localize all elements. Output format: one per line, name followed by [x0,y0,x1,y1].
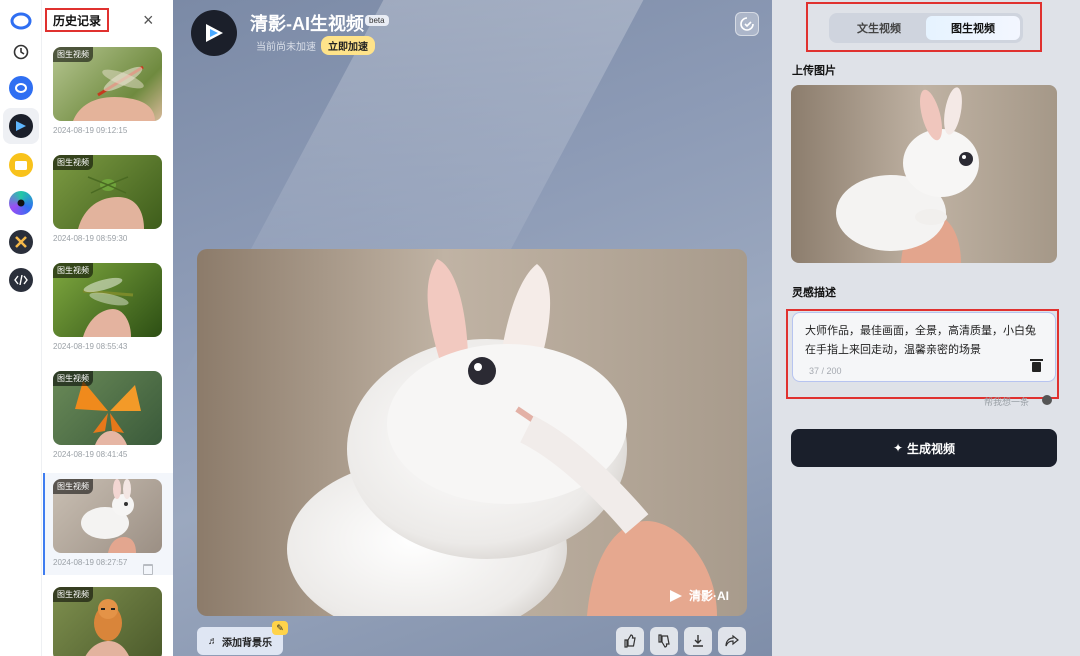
video-app-icon[interactable] [9,114,33,138]
history-item[interactable]: 图生视频 2024-08-19 08:27:57 [53,479,163,575]
add-music-button[interactable]: ♬ 添加背景乐 [197,627,283,655]
thumb-up-icon [624,634,636,648]
code-icon[interactable] [9,268,33,292]
download-button[interactable] [684,627,712,655]
add-music-label: 添加背景乐 [222,637,272,649]
video-preview[interactable]: 清影·AI [197,249,747,616]
share-icon [725,634,739,647]
history-time: 2024-08-19 08:55:43 [53,342,128,351]
ai-assist-icon[interactable] [1042,395,1052,405]
like-button[interactable] [616,627,644,655]
delete-icon[interactable] [1030,359,1043,372]
video-watermark: 清影·AI [668,587,729,604]
history-item[interactable]: 图生视频 2024-08-19 08:55:43 [53,263,163,351]
sparkle-icon: ✦ [892,441,904,455]
circle-app-icon[interactable] [9,191,33,215]
dislike-button[interactable] [650,627,678,655]
upload-label: 上传图片 [792,65,836,77]
prompt-highlight: 大师作品，最佳画面，全景，高清质量，小白兔在手指上来回走动，温馨亲密的场景 37… [786,309,1059,399]
history-time: 2024-08-19 08:41:45 [53,450,128,459]
prompt-label: 灵感描述 [792,287,836,299]
history-item[interactable]: 图生视频 2024-08-19 08:41:45 [53,371,163,459]
watermark-text: 清影·AI [689,589,729,603]
generate-label: 生成视频 [907,441,956,456]
x-app-icon[interactable] [9,230,33,254]
magic-wand-icon: ✎ [272,621,288,635]
history-panel: 历史记录 × 图生视频 2024-08-19 09:12:15 图生视频 202… [43,0,173,656]
history-tag: 图生视频 [53,371,93,386]
uploaded-image[interactable] [791,85,1057,263]
history-item[interactable]: 图生视频 2024-08-19 08:59:30 [53,155,163,243]
prompt-textarea[interactable]: 大师作品，最佳画面，全景，高清质量，小白兔在手指上来回走动，温馨亲密的场景 37… [792,312,1056,382]
history-title: 历史记录 [45,8,109,32]
main-area: 清影-AI生视频 beta 当前尚未加速 立即加速 清影·AI ♬ 添加背景乐 … [173,0,772,656]
history-tag: 图生视频 [53,155,93,170]
download-icon [693,635,703,647]
mode-tabs: 文生视频 图生视频 [829,13,1023,43]
history-icon[interactable] [9,40,33,64]
prompt-text: 大师作品，最佳画面，全景，高清质量，小白兔在手指上来回走动，温馨亲密的场景 [805,325,1036,356]
mode-tabs-highlight: 文生视频 图生视频 [806,2,1042,52]
history-tag: 图生视频 [53,47,93,62]
share-button[interactable] [718,627,746,655]
history-tag: 图生视频 [53,263,93,278]
history-tag: 图生视频 [53,479,93,494]
help-me-write[interactable]: 帮我想一条 [984,395,1029,408]
app-title: 清影-AI生视频 [250,14,364,34]
tab-image-to-video[interactable]: 图生视频 [926,16,1020,40]
music-icon: ♬ [208,635,218,647]
generate-video-button[interactable]: ✦ 生成视频 [791,429,1057,467]
feedback-icon[interactable] [735,12,759,36]
logo-icon[interactable] [9,9,33,33]
speed-up-button[interactable]: 立即加速 [321,36,375,55]
settings-panel: 文生视频 图生视频 上传图片 灵感描述 大师作品，最佳画面，全景，高清质量，小白… [772,0,1080,656]
acceleration-status: 当前尚未加速 [256,42,316,53]
app-rail [0,0,42,656]
history-item[interactable]: 图生视频 2024-08-19 09:12:15 [53,47,163,135]
history-time: 2024-08-19 08:59:30 [53,234,128,243]
folder-icon[interactable] [9,153,33,177]
delete-icon[interactable] [143,564,153,575]
beta-badge: beta [365,15,389,26]
history-time: 2024-08-19 09:12:15 [53,126,128,135]
app-icon-1[interactable] [9,76,33,100]
close-icon[interactable]: × [143,10,154,31]
history-item[interactable]: 图生视频 [53,587,163,656]
thumb-down-icon [658,634,670,648]
char-counter: 37 / 200 [809,366,842,376]
history-tag: 图生视频 [53,587,93,602]
tab-text-to-video[interactable]: 文生视频 [832,16,926,40]
app-logo [191,10,237,56]
